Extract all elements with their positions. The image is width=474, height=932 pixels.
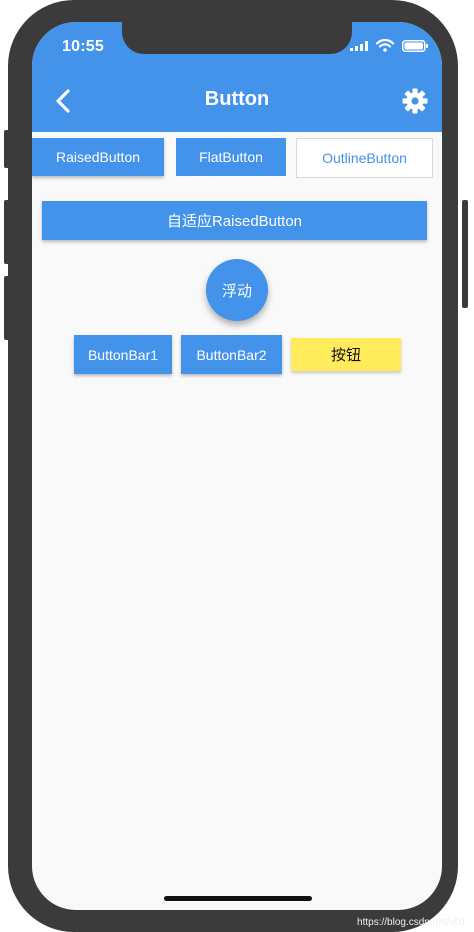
signal-icon	[350, 40, 368, 51]
gear-icon[interactable]	[402, 88, 428, 114]
wifi-icon	[376, 39, 394, 52]
button-bar-item-3[interactable]: 按钮	[291, 338, 401, 371]
app-bar: 10:55 Button	[32, 22, 442, 132]
outline-button[interactable]: OutlineButton	[296, 138, 433, 178]
status-time: 10:55	[62, 38, 104, 55]
notch	[122, 22, 352, 54]
silent-switch	[4, 130, 10, 168]
flat-button[interactable]: FlatButton	[176, 138, 286, 176]
adaptive-raised-button[interactable]: 自适应RaisedButton	[42, 201, 427, 240]
status-icons	[350, 39, 428, 52]
watermark: https://blog.csdn.net/u01	[357, 917, 466, 928]
app-screen: 10:55 Button RaisedButton FlatButton Out…	[32, 22, 442, 910]
raised-button[interactable]: RaisedButton	[32, 138, 164, 176]
page-title: Button	[204, 88, 270, 110]
button-bar-item-1[interactable]: ButtonBar1	[74, 335, 172, 374]
home-indicator[interactable]	[164, 896, 312, 901]
volume-down-button	[4, 276, 10, 340]
volume-up-button	[4, 200, 10, 264]
battery-icon	[402, 39, 428, 52]
floating-action-button[interactable]: 浮动	[206, 259, 268, 321]
power-button	[462, 200, 468, 308]
button-bar-item-2[interactable]: ButtonBar2	[181, 335, 282, 374]
